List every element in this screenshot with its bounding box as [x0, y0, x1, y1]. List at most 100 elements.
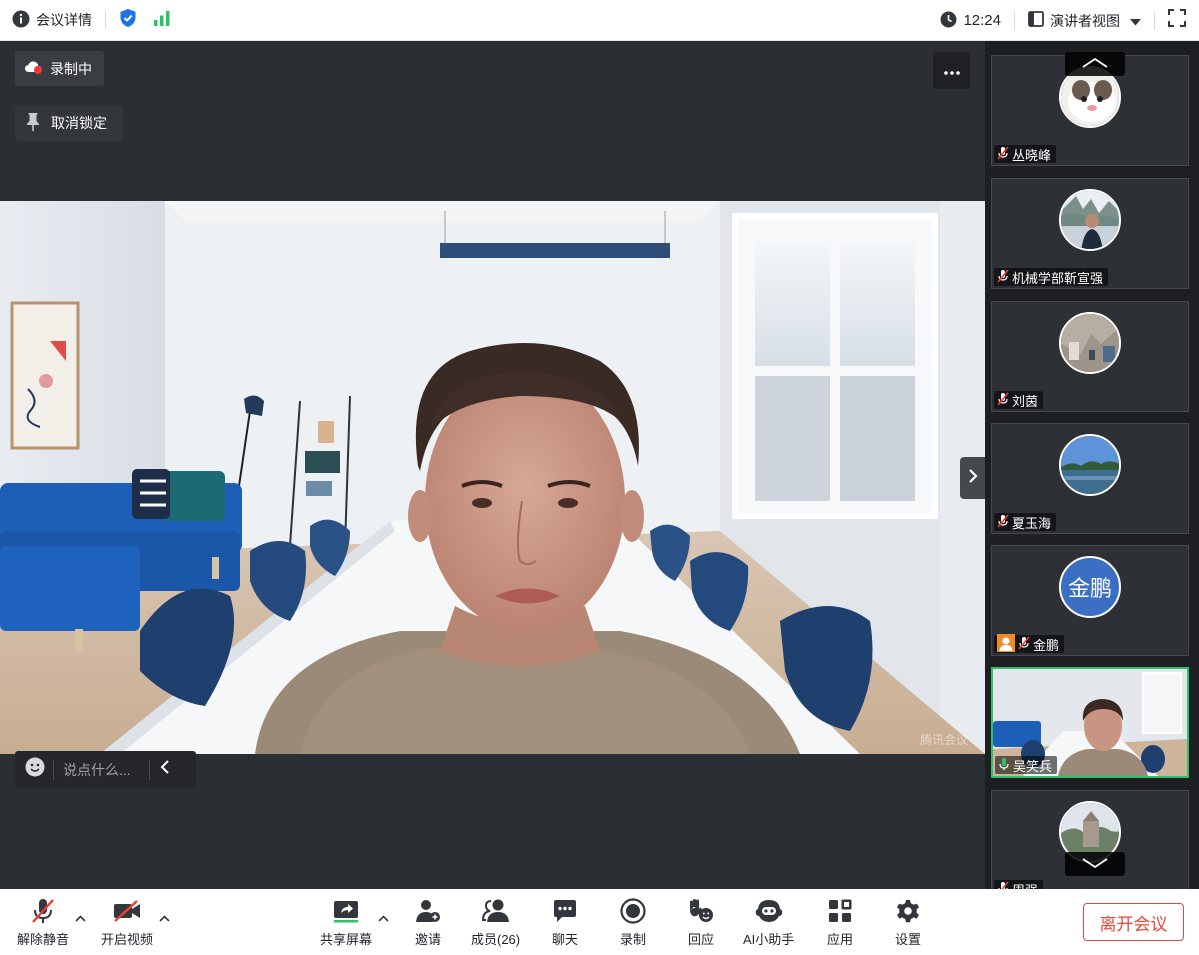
mic-muted-icon	[997, 391, 1009, 409]
scroll-down-button[interactable]	[1065, 852, 1125, 876]
mic-muted-icon	[997, 513, 1009, 531]
participant-name-chip: 吴笑兵	[995, 756, 1058, 774]
members-button[interactable]: 成员(26)	[471, 897, 520, 948]
recording-indicator[interactable]: 录制中	[15, 51, 104, 86]
participant-name: 吴笑兵	[1013, 758, 1053, 774]
leave-meeting-label: 离开会议	[1099, 914, 1168, 934]
speaker-video-frame: 腾讯会议	[0, 201, 985, 754]
start-video-label: 开启视频	[101, 932, 154, 947]
mic-active-icon	[998, 757, 1010, 774]
participant-tile[interactable]: 机械学部靳宣强	[991, 178, 1189, 289]
participant-name-chip: 夏玉海	[994, 513, 1057, 531]
signal-strength-icon[interactable]	[153, 10, 171, 31]
video-options-caret-icon[interactable]	[159, 909, 170, 927]
participant-tile[interactable]: 金鹏 金鹏	[991, 545, 1189, 656]
record-icon	[620, 897, 646, 925]
divider	[53, 759, 54, 780]
reaction-button[interactable]: 回应	[687, 897, 715, 948]
chevron-right-icon	[968, 468, 978, 489]
mic-muted-icon	[30, 897, 56, 925]
bottom-toolbar: 解除静音 开启视频 共享屏幕 邀请 成员(26) 聊天 录制 回应 AI小助手 …	[0, 889, 1199, 955]
reaction-hand-icon	[687, 897, 715, 925]
settings-label: 设置	[895, 932, 922, 947]
apps-button[interactable]: 应用	[827, 897, 853, 948]
unmute-label: 解除静音	[17, 932, 70, 947]
top-bar: 会议详情 12:24 演讲者视图	[0, 0, 1199, 41]
clock-icon	[940, 11, 957, 31]
audio-options-caret-icon[interactable]	[75, 909, 86, 927]
recording-label: 录制中	[50, 60, 92, 77]
mic-muted-icon	[1018, 635, 1030, 653]
meeting-details-button[interactable]: 会议详情	[12, 10, 92, 31]
meeting-time: 12:24	[963, 12, 1001, 29]
participant-gallery[interactable]: 丛晓峰 机械学部靳宣强 刘茵 夏玉海 金鹏 金鹏 吴笑兵	[985, 41, 1199, 889]
speaker-video[interactable]: 腾讯会议	[0, 201, 985, 754]
participant-name: 刘茵	[1012, 393, 1039, 409]
divider	[1014, 11, 1015, 30]
scroll-up-button[interactable]	[1065, 52, 1125, 76]
settings-button[interactable]: 设置	[895, 897, 921, 948]
info-icon	[12, 10, 30, 31]
camera-off-icon	[112, 897, 142, 925]
main-stage: 录制中 取消锁定 腾讯会议 说点什么...	[0, 41, 985, 889]
invite-user-icon	[415, 897, 441, 925]
ai-assistant-button[interactable]: AI小助手	[743, 897, 794, 948]
fullscreen-icon[interactable]	[1168, 9, 1186, 32]
chat-button[interactable]: 聊天	[552, 897, 578, 948]
view-mode-dropdown[interactable]: 演讲者视图	[1028, 11, 1141, 31]
emoji-icon[interactable]	[25, 757, 45, 782]
host-badge-icon	[997, 633, 1015, 655]
members-label: 成员(26)	[471, 932, 521, 947]
participant-name-chip: 周强	[994, 880, 1044, 889]
invite-button[interactable]: 邀请	[415, 897, 441, 948]
collapse-chat-icon[interactable]	[160, 760, 170, 779]
unpin-button[interactable]: 取消锁定	[15, 105, 123, 141]
share-screen-button[interactable]: 共享屏幕	[320, 897, 372, 948]
start-video-button[interactable]: 开启视频	[101, 897, 153, 948]
more-options-button[interactable]	[933, 52, 970, 89]
share-options-caret-icon[interactable]	[378, 909, 389, 927]
cloud-recording-icon	[24, 59, 44, 78]
leave-meeting-button[interactable]: 离开会议	[1083, 903, 1184, 941]
security-shield-icon[interactable]	[119, 8, 137, 33]
members-icon	[481, 897, 511, 925]
divider	[149, 759, 150, 780]
participant-name-chip: 机械学部靳宣强	[994, 268, 1109, 286]
share-screen-label: 共享屏幕	[320, 932, 373, 947]
share-screen-icon	[332, 897, 360, 925]
participant-name-chip: 金鹏	[994, 633, 1065, 655]
meeting-details-label: 会议详情	[36, 12, 92, 28]
divider	[105, 11, 106, 29]
pin-icon	[25, 112, 41, 135]
apps-label: 应用	[827, 932, 854, 947]
chat-label: 聊天	[552, 932, 579, 947]
meeting-timer: 12:24	[940, 11, 1001, 31]
chat-bar: 说点什么...	[15, 751, 196, 788]
mic-muted-icon	[997, 268, 1009, 286]
mic-muted-icon	[997, 145, 1009, 163]
avatar	[1059, 312, 1121, 374]
participant-name: 机械学部靳宣强	[1012, 270, 1104, 286]
participant-tile-active-speaker[interactable]: 吴笑兵	[991, 667, 1189, 778]
participant-name: 丛晓峰	[1012, 147, 1052, 163]
chevron-up-icon	[1082, 55, 1108, 73]
expand-gallery-button[interactable]	[960, 457, 985, 499]
unmute-button[interactable]: 解除静音	[17, 897, 69, 948]
record-button[interactable]: 录制	[620, 897, 646, 948]
record-label: 录制	[620, 932, 647, 947]
caret-down-icon	[1130, 13, 1141, 29]
invite-label: 邀请	[415, 932, 442, 947]
participant-name: 金鹏	[1033, 637, 1060, 653]
participant-tile[interactable]: 夏玉海	[991, 423, 1189, 534]
divider	[1154, 11, 1155, 30]
reaction-label: 回应	[687, 932, 714, 947]
avatar	[1059, 434, 1121, 496]
participant-name-chip: 刘茵	[994, 391, 1044, 409]
avatar	[1059, 189, 1121, 251]
participant-tile[interactable]: 刘茵	[991, 301, 1189, 412]
more-dots-icon	[943, 62, 960, 80]
ai-assistant-icon	[754, 897, 784, 925]
chevron-down-icon	[1082, 855, 1108, 873]
chat-input[interactable]: 说点什么...	[63, 760, 149, 780]
apps-grid-icon	[827, 897, 853, 925]
